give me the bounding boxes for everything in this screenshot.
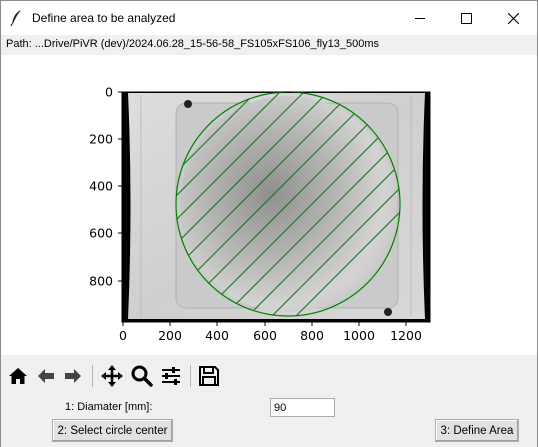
- y-tick-label: 0: [105, 85, 113, 100]
- app-window: Define area to be analyzed Path: ...Driv…: [0, 0, 538, 447]
- home-button[interactable]: [6, 364, 30, 388]
- save-icon: [199, 366, 219, 386]
- x-tick-label: 400: [205, 328, 229, 343]
- title-bar[interactable]: Define area to be analyzed: [1, 1, 537, 35]
- hatch-line: [151, 55, 431, 77]
- pan-button[interactable]: [100, 364, 124, 388]
- forward-icon: [65, 369, 81, 383]
- minimize-button[interactable]: [397, 1, 443, 35]
- back-icon: [38, 369, 54, 383]
- toolbar-separator: [92, 365, 93, 387]
- configure-subplots-icon: [162, 367, 180, 385]
- x-tick-label: 0: [119, 328, 127, 343]
- path-label: Path: ...Drive/PiVR (dev)/2024.06.28_15-…: [6, 38, 379, 50]
- window-title: Define area to be analyzed: [32, 11, 176, 25]
- back-button[interactable]: [34, 364, 58, 388]
- save-button[interactable]: [197, 364, 221, 388]
- forward-button[interactable]: [61, 364, 85, 388]
- controls-panel: 1: Diamater [mm]: 2: Select circle cente…: [1, 393, 537, 447]
- pan-icon: [101, 365, 123, 387]
- configure-subplots-button[interactable]: [159, 364, 183, 388]
- x-tick-label: 600: [253, 328, 277, 343]
- minimize-icon: [414, 17, 425, 19]
- close-button[interactable]: [490, 1, 536, 35]
- y-tick-label: 800: [89, 274, 113, 289]
- maximize-button[interactable]: [443, 1, 489, 35]
- close-icon: [507, 12, 519, 24]
- x-tick-label: 200: [158, 328, 182, 343]
- x-tick-label: 1200: [390, 328, 422, 343]
- zoom-button[interactable]: [130, 364, 154, 388]
- y-tick-label: 400: [89, 179, 113, 194]
- maximize-icon: [460, 12, 472, 24]
- figure-canvas[interactable]: 0 200 400 600 800 0 200 400 600 800 1000…: [1, 55, 537, 355]
- y-axis: 0 200 400 600 800: [89, 85, 122, 289]
- x-axis: 0 200 400 600 800 1000 1200: [119, 322, 422, 343]
- diameter-label: 1: Diamater [mm]:: [65, 401, 153, 413]
- feather-icon: [10, 10, 21, 27]
- path-bar: Path: ...Drive/PiVR (dev)/2024.06.28_15-…: [1, 35, 537, 55]
- toolbar-separator: [190, 365, 191, 387]
- y-tick-label: 200: [89, 132, 113, 147]
- navigation-toolbar: [1, 355, 537, 393]
- define-area-button[interactable]: 3: Define Area: [435, 419, 519, 442]
- y-tick-label: 600: [89, 226, 113, 241]
- x-tick-label: 1000: [343, 328, 375, 343]
- select-circle-center-button[interactable]: 2: Select circle center: [52, 419, 173, 442]
- plot-svg[interactable]: 0 200 400 600 800 0 200 400 600 800 1000…: [1, 55, 537, 355]
- home-icon: [9, 368, 27, 384]
- x-tick-label: 800: [300, 328, 324, 343]
- diameter-input[interactable]: [270, 398, 335, 417]
- zoom-icon: [131, 365, 153, 387]
